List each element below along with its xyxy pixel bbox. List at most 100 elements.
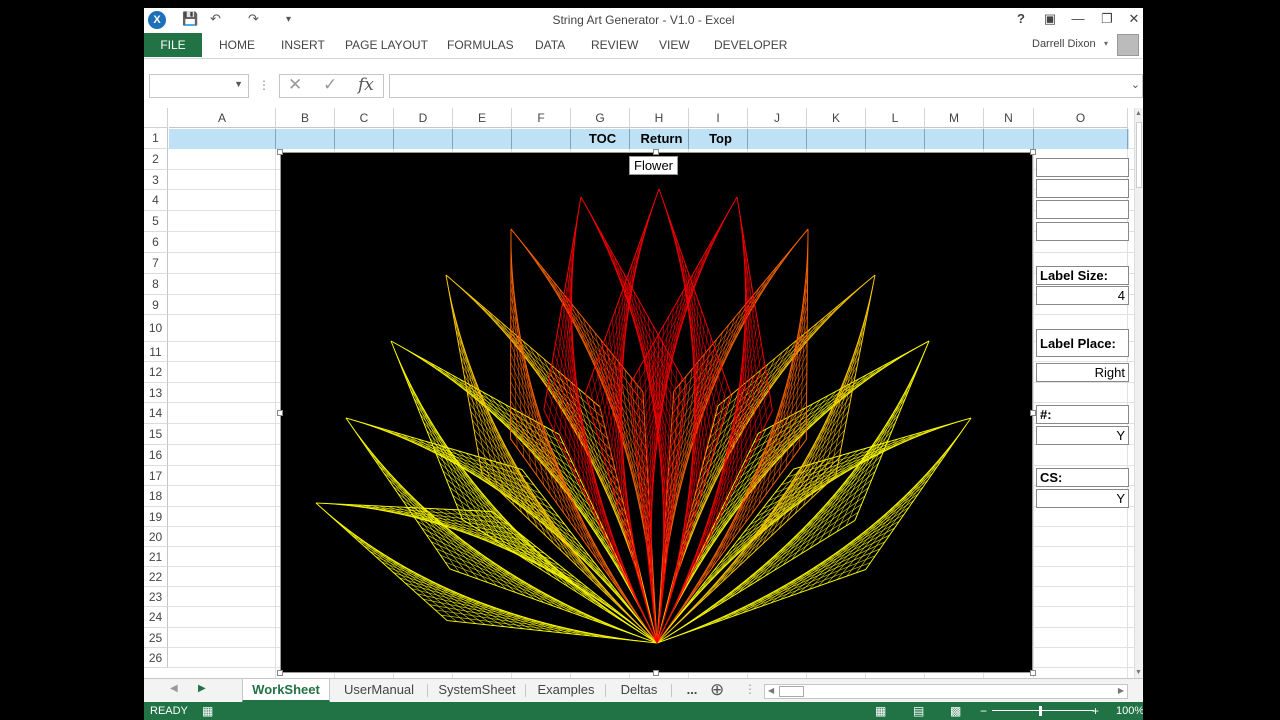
row-header[interactable]: 21 [144,547,168,567]
resize-handle[interactable] [653,149,659,155]
expand-formula-icon[interactable]: ⌄ [1131,78,1140,91]
page-break-view-icon[interactable]: ▩ [950,704,961,718]
enter-icon[interactable]: ✓ [323,75,337,95]
row-header[interactable]: 4 [144,190,168,211]
tab-formulas[interactable]: FORMULAS [447,38,514,52]
tab-file[interactable]: FILE [144,33,202,57]
row-header[interactable]: 17 [144,466,168,486]
row-header[interactable]: 20 [144,527,168,547]
tab-insert[interactable]: INSERT [281,38,325,52]
row-header[interactable]: 2 [144,149,168,170]
label-size-field[interactable]: 4 [1036,286,1129,305]
column-header[interactable]: K [807,108,866,128]
row-header[interactable]: 1 [144,128,168,149]
name-box[interactable]: ▼ [149,74,249,98]
cancel-icon[interactable]: ✕ [288,75,302,95]
normal-view-icon[interactable]: ▦ [875,704,886,718]
column-header[interactable]: I [689,108,748,128]
resize-handle[interactable] [277,670,283,676]
panel-cell[interactable] [1036,179,1129,198]
row-header[interactable]: 22 [144,567,168,587]
scroll-thumb[interactable] [1136,122,1142,188]
column-header[interactable]: G [571,108,630,128]
row1-cell[interactable] [169,129,276,149]
zoom-slider-thumb[interactable] [1039,706,1042,716]
tab-examples[interactable]: Examples [529,679,603,702]
chevron-down-icon[interactable]: ▾ [1104,39,1108,48]
tab-usermanual[interactable]: UserManual [334,679,424,702]
column-header[interactable]: O [1034,108,1128,128]
tab-developer[interactable]: DEVELOPER [714,38,787,52]
column-header[interactable]: E [453,108,512,128]
row-header[interactable]: 13 [144,383,168,403]
tab-data[interactable]: DATA [535,38,565,52]
more-sheets-button[interactable]: ... [680,679,704,702]
row1-cell[interactable] [394,129,453,149]
zoom-level[interactable]: 100% [1116,705,1143,717]
next-sheet-icon[interactable]: ▶ [198,683,206,694]
row-header[interactable]: 23 [144,587,168,607]
resize-handle[interactable] [1030,670,1036,676]
formula-input[interactable]: ⌄ [389,74,1143,98]
row1-cell[interactable] [807,129,866,149]
row-header[interactable]: 10 [144,315,168,342]
zoom-out-icon[interactable]: − [980,704,987,718]
toc-link[interactable]: TOC [573,129,632,149]
row-header[interactable]: 9 [144,295,168,315]
resize-handle[interactable] [1030,149,1036,155]
return-link[interactable]: Return [632,129,691,149]
add-sheet-icon[interactable]: ⊕ [710,680,724,700]
column-header[interactable]: L [866,108,925,128]
scroll-left-icon[interactable]: ◀ [768,686,774,695]
scroll-down-icon[interactable]: ▼ [1135,669,1142,676]
column-header[interactable]: D [394,108,453,128]
panel-cell[interactable] [1036,200,1129,219]
panel-cell[interactable] [1036,222,1129,241]
row-header[interactable]: 8 [144,274,168,295]
vertical-scrollbar[interactable]: ▲ ▼ [1134,108,1143,678]
avatar[interactable] [1117,34,1139,56]
prev-sheet-icon[interactable]: ◀ [170,683,178,694]
row1-cell[interactable] [1034,129,1128,149]
scroll-up-icon[interactable]: ▲ [1135,110,1142,117]
row-header[interactable]: 11 [144,342,168,362]
row-header[interactable]: 14 [144,403,168,424]
string-art-chart[interactable] [280,152,1033,673]
tab-systemsheet[interactable]: SystemSheet [431,679,523,702]
row-header[interactable]: 25 [144,628,168,648]
chevron-down-icon[interactable]: ▼ [234,79,243,89]
row1-cell[interactable] [925,129,984,149]
row-header[interactable]: 26 [144,648,168,668]
column-header[interactable]: M [925,108,984,128]
column-header[interactable]: A [169,108,276,128]
minimize-icon[interactable]: — [1068,11,1088,26]
restore-icon[interactable]: ❐ [1097,11,1117,27]
column-header[interactable]: F [512,108,571,128]
column-header[interactable]: B [276,108,335,128]
page-layout-view-icon[interactable]: ▤ [913,704,924,718]
scroll-right-icon[interactable]: ▶ [1118,686,1124,695]
help-button[interactable]: ? [1011,11,1031,26]
row-header[interactable]: 24 [144,607,168,628]
tab-page-layout[interactable]: PAGE LAYOUT [345,38,428,52]
panel-cell[interactable] [1036,158,1129,177]
row-header[interactable]: 18 [144,486,168,507]
column-header[interactable]: C [335,108,394,128]
column-header[interactable]: J [748,108,807,128]
row-header[interactable]: 5 [144,211,168,232]
label-place-field[interactable]: Right [1036,363,1129,382]
zoom-in-icon[interactable]: + [1092,704,1099,718]
row1-cell[interactable] [335,129,394,149]
row1-cell[interactable] [276,129,335,149]
zoom-slider[interactable] [992,710,1094,711]
row-header[interactable]: 15 [144,424,168,445]
resize-handle[interactable] [277,149,283,155]
splitter-icon[interactable]: ⋮ [744,682,756,696]
row1-cell[interactable] [453,129,512,149]
resize-handle[interactable] [1030,410,1036,416]
top-link[interactable]: Top [691,129,750,149]
row-header[interactable]: 19 [144,507,168,527]
ribbon-display-icon[interactable]: ▣ [1040,11,1060,27]
tab-review[interactable]: REVIEW [591,38,638,52]
tab-deltas[interactable]: Deltas [609,679,669,702]
